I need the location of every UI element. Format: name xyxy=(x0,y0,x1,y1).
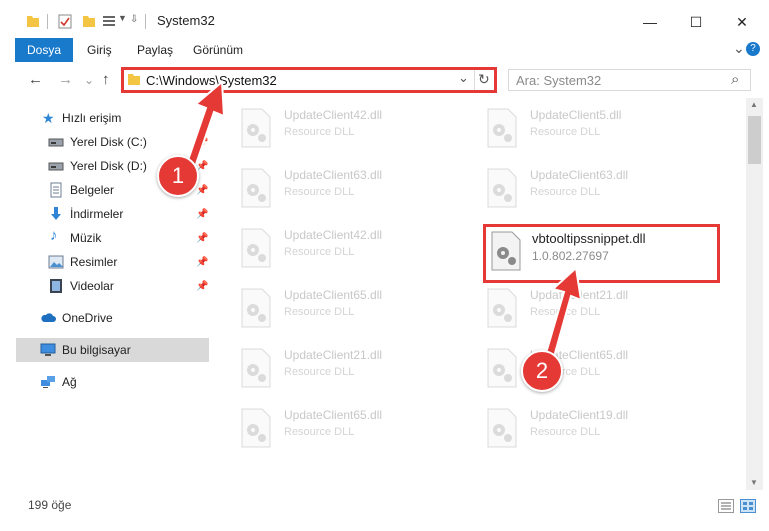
arrow-2 xyxy=(542,266,583,366)
step-badge-1: 1 xyxy=(157,155,199,197)
step-badge-2: 2 xyxy=(521,350,563,392)
annotation-arrows xyxy=(184,79,583,366)
arrow-1 xyxy=(184,79,226,172)
